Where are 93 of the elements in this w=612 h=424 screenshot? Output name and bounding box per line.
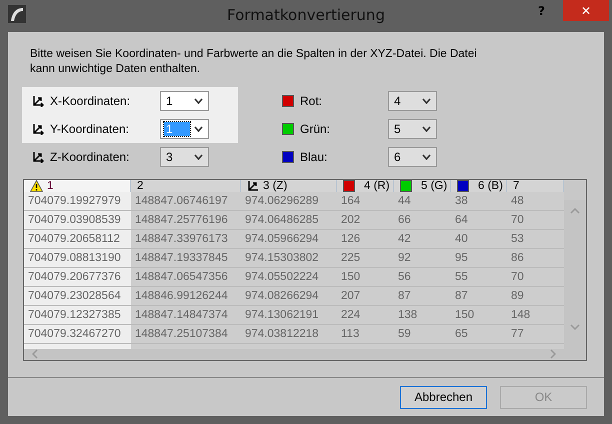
- table-cell-text: 207: [340, 289, 362, 304]
- table-cell-text: 92: [397, 251, 412, 266]
- table-cell-text: 77: [510, 327, 525, 342]
- table-cell: 704079.03908539: [24, 211, 131, 230]
- column-header[interactable]: 4 (R): [337, 180, 394, 192]
- scroll-right-icon[interactable]: [550, 349, 556, 360]
- table-cell: 704079.19927979: [24, 192, 131, 210]
- table-cell-text: 150: [454, 308, 476, 324]
- table-cell-text: 89: [510, 289, 525, 304]
- table-cell-text: 974.06296289: [244, 194, 320, 210]
- table-cell-text: 56: [397, 270, 412, 286]
- scroll-up-icon[interactable]: [570, 208, 580, 214]
- table-cell-text: 974.06486285: [244, 213, 320, 228]
- field-label: Y-Koordinaten:: [50, 122, 130, 136]
- table-cell-text: 148847.33976173: [134, 232, 229, 248]
- app-logo-icon: [8, 5, 26, 23]
- chevron-down-icon: [194, 98, 203, 104]
- field-label: X-Koordinaten:: [50, 94, 132, 108]
- table-cell-text: 148847.19337845: [134, 251, 229, 266]
- chevron-down-icon: [422, 126, 431, 132]
- table-cell-text: 974.05966294: [244, 232, 320, 248]
- column-dropdown[interactable]: 1: [160, 91, 209, 111]
- chevron-down-icon: [194, 154, 203, 160]
- table-cell-text: 48: [510, 194, 525, 210]
- table-cell-text: 148847.06547356: [134, 270, 229, 286]
- scroll-left-icon[interactable]: [32, 349, 38, 360]
- column-dropdown[interactable]: 6: [388, 147, 437, 167]
- table-cell-text: 40: [454, 232, 469, 248]
- column-dropdown[interactable]: 3: [160, 147, 209, 167]
- table-cell-text: 87: [397, 289, 412, 304]
- field-label: Rot:: [300, 94, 324, 108]
- table-cell-text: 70: [510, 270, 525, 286]
- table-cell-text: 59: [397, 327, 412, 342]
- table-cell-text: 55: [454, 270, 469, 286]
- table-cell-text: 42: [397, 232, 412, 248]
- column-header[interactable]: 5 (G): [394, 180, 451, 192]
- axis-icon: [247, 180, 259, 192]
- table-cell-text: 224: [340, 308, 362, 324]
- table-cell-text: 974.05502224: [244, 270, 320, 286]
- table-cell-text: 86: [510, 251, 525, 266]
- table-cell-text: 148846.99126244: [134, 289, 229, 304]
- table-cell-text: 53: [510, 232, 525, 248]
- table-cell-text: 974.08266294: [244, 289, 320, 304]
- column-header[interactable]: 2: [131, 180, 241, 192]
- field-label: Grün:: [300, 122, 332, 136]
- chevron-down-icon: [194, 126, 203, 132]
- table-cell-text: 64: [454, 213, 469, 228]
- axis-icon: [32, 151, 44, 163]
- table-cell: 704079.20677376: [24, 268, 131, 286]
- column-dropdown[interactable]: 4: [388, 91, 437, 111]
- table-cell-text: 70: [510, 213, 525, 228]
- table-cell-text: 148847.14847374: [134, 308, 229, 324]
- table-cell-text: 148847.06746197: [134, 194, 229, 210]
- scroll-down-icon[interactable]: [570, 324, 580, 330]
- axis-icon: [32, 123, 44, 135]
- table-cell-text: 974.03812218: [244, 327, 320, 342]
- table-cell-text: 974.15303802: [244, 251, 320, 266]
- table-cell-text: 38: [454, 194, 469, 210]
- column-header[interactable]: 1: [24, 180, 131, 192]
- table-cell-text: 44: [397, 194, 412, 210]
- table-cell-text: 95: [454, 251, 469, 266]
- dialog-button[interactable]: Abbrechen: [400, 386, 487, 408]
- instructions-text: Bitte weisen Sie Koordinaten- und Farbwerte an die Spalten in der XYZ-Datei. Die Datei kann unwichtige Daten enthalten.: [30, 47, 478, 77]
- field-label: Z-Koordinaten:: [50, 150, 130, 164]
- table-cell-text: 138: [397, 308, 418, 324]
- chevron-down-icon: [422, 98, 431, 104]
- table-cell-text: 148: [510, 308, 532, 324]
- table-cell-text: 164: [340, 194, 362, 210]
- table-cell-text: 113: [340, 327, 360, 342]
- table-cell-text: 66: [397, 213, 412, 228]
- field-label: Blau:: [300, 150, 328, 164]
- column-dropdown[interactable]: 5: [388, 119, 437, 139]
- chevron-down-icon: [422, 154, 431, 160]
- table-cell-text: 150: [340, 270, 362, 286]
- table-cell: 704079.32467270: [24, 325, 131, 344]
- table-cell-text: 148847.25107384: [134, 327, 229, 342]
- window-title: Formatkonvertierung: [226, 6, 386, 24]
- table-cell: 704079.08813190: [24, 249, 131, 268]
- table-cell-text: 148847.25776196: [134, 213, 229, 228]
- table-cell-text: 202: [340, 213, 362, 228]
- table-cell-text: 87: [454, 289, 469, 304]
- table-cell-text: 65: [454, 327, 469, 342]
- table-cell: 704079.23028564: [24, 287, 131, 306]
- axis-icon: [32, 95, 44, 107]
- table-cell-text: 974.13062191: [244, 308, 320, 324]
- table-cell: 704079.20658112: [24, 230, 131, 248]
- close-button[interactable]: ✕: [563, 0, 609, 21]
- table-cell: 704079.12327385: [24, 306, 131, 324]
- table-cell-text: 126: [340, 232, 362, 248]
- table-cell-text: 225: [340, 251, 362, 266]
- warning-icon: [30, 180, 43, 192]
- column-header[interactable]: 6 (B): [451, 180, 507, 192]
- column-header[interactable]: 3 (Z): [241, 180, 337, 192]
